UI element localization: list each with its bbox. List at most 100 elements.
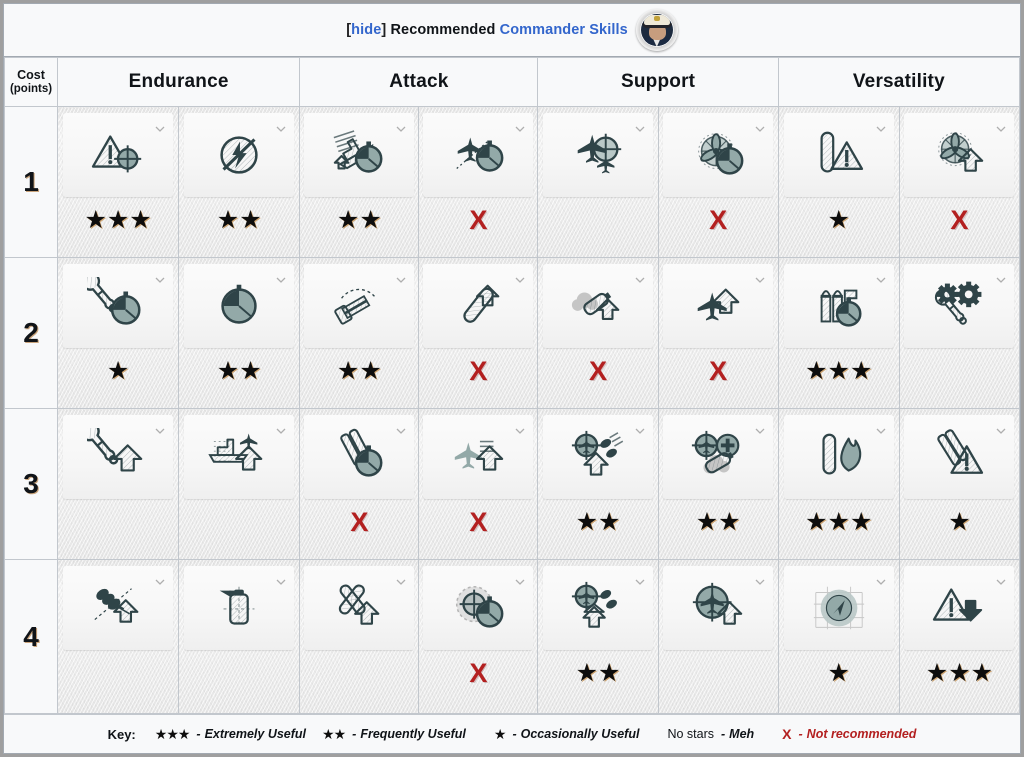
skill-icon-tile[interactable]	[423, 566, 534, 650]
skill-cell-plane-squadron-target[interactable]	[537, 106, 659, 258]
skill-cell-propeller-stopwatch[interactable]: X	[657, 106, 779, 258]
torpedo-fire-icon	[808, 428, 870, 486]
skill-cell-smoke-bomb-arrow-up[interactable]: X	[537, 257, 659, 409]
chevron-down-icon[interactable]	[155, 277, 165, 283]
skill-cell-radar-sonar-sweep[interactable]: ★	[777, 559, 900, 714]
plane-arrow-up-boost-icon	[447, 428, 509, 486]
chevron-down-icon[interactable]	[635, 428, 645, 434]
skill-icon-tile[interactable]	[304, 264, 415, 348]
chevron-down-icon[interactable]	[396, 579, 406, 585]
skill-icon-tile[interactable]	[543, 113, 654, 197]
skill-cell-aa-guns-arc[interactable]: ★★	[299, 257, 420, 409]
skill-cell-wrench-stopwatch[interactable]: ★	[57, 257, 180, 409]
chevron-down-icon[interactable]	[876, 428, 886, 434]
skill-icon-tile[interactable]	[543, 415, 654, 499]
chevron-down-icon[interactable]	[276, 126, 286, 132]
skill-icon-tile[interactable]	[783, 113, 894, 197]
hide-link[interactable]: hide	[351, 22, 381, 38]
skill-icon-tile[interactable]	[783, 415, 894, 499]
chevron-down-icon[interactable]	[276, 428, 286, 434]
chevron-down-icon[interactable]	[155, 579, 165, 585]
chevron-down-icon[interactable]	[515, 277, 525, 283]
skill-cell-wrench-arrow-up[interactable]	[57, 408, 180, 560]
skill-icon-tile[interactable]	[304, 113, 415, 197]
chevron-down-icon[interactable]	[755, 277, 765, 283]
chevron-down-icon[interactable]	[276, 277, 286, 283]
skill-icon-tile[interactable]	[423, 113, 534, 197]
skill-cell-aa-target-flak-arrow-up[interactable]: ★★	[537, 408, 659, 560]
chevron-down-icon[interactable]	[635, 126, 645, 132]
chevron-down-icon[interactable]	[755, 428, 765, 434]
chevron-down-icon[interactable]	[755, 579, 765, 585]
skill-cell-torpedo-arrow-up[interactable]: X	[418, 257, 539, 409]
skill-icon-tile[interactable]	[63, 113, 174, 197]
chevron-down-icon[interactable]	[515, 126, 525, 132]
skill-icon-tile[interactable]	[783, 264, 894, 348]
skill-icon-tile[interactable]	[904, 264, 1015, 348]
skill-icon-tile[interactable]	[184, 566, 295, 650]
skill-icon-tile[interactable]	[304, 566, 415, 650]
skill-icon-tile[interactable]	[663, 566, 774, 650]
chevron-down-icon[interactable]	[996, 428, 1006, 434]
chevron-down-icon[interactable]	[515, 579, 525, 585]
skill-icon-tile[interactable]	[904, 415, 1015, 499]
skill-cell-no-fire-circle[interactable]: ★★	[178, 106, 301, 258]
chevron-down-icon[interactable]	[396, 277, 406, 283]
skill-icon-tile[interactable]	[184, 415, 295, 499]
skill-icon-tile[interactable]	[63, 415, 174, 499]
skill-cell-main-guns-stopwatch[interactable]: X	[299, 408, 420, 560]
skill-icon-tile[interactable]	[663, 113, 774, 197]
chevron-down-icon[interactable]	[515, 428, 525, 434]
commander-skills-link[interactable]: Commander Skills	[500, 22, 628, 38]
skill-cell-carrier-plane-arrow-up[interactable]	[178, 408, 301, 560]
skill-cell-warning-arrow-down[interactable]: ★★★	[898, 559, 1021, 714]
chevron-down-icon[interactable]	[396, 428, 406, 434]
chevron-down-icon[interactable]	[996, 126, 1006, 132]
skill-cell-gears-wrench[interactable]	[898, 257, 1021, 409]
skill-icon-tile[interactable]	[63, 264, 174, 348]
skill-cell-plane-stopwatch[interactable]: X	[418, 106, 539, 258]
skill-cell-torpedo-fire[interactable]: ★★★	[777, 408, 900, 560]
skill-icon-tile[interactable]	[904, 566, 1015, 650]
chevron-down-icon[interactable]	[155, 428, 165, 434]
skill-icon-tile[interactable]	[423, 264, 534, 348]
chevron-down-icon[interactable]	[996, 579, 1006, 585]
skill-cell-shells-stopwatch[interactable]: ★★★	[777, 257, 900, 409]
skill-icon-tile[interactable]	[904, 113, 1015, 197]
chevron-down-icon[interactable]	[876, 126, 886, 132]
chevron-down-icon[interactable]	[635, 579, 645, 585]
skill-icon-tile[interactable]	[543, 264, 654, 348]
skill-icon-tile[interactable]	[423, 415, 534, 499]
skill-cell-fighter-target-arrow-up[interactable]	[657, 559, 779, 714]
skill-cell-ship-speed-stopwatch[interactable]: ★★	[299, 106, 420, 258]
skill-cell-aa-flak-double-arrow-up[interactable]: ★★	[537, 559, 659, 714]
skill-icon-tile[interactable]	[543, 566, 654, 650]
skill-icon-tile[interactable]	[783, 566, 894, 650]
skill-cell-shells-burst-arrow-up[interactable]	[57, 559, 180, 714]
skill-cell-aa-target-plus-bomb[interactable]: ★★	[657, 408, 779, 560]
skill-icon-tile[interactable]	[304, 415, 415, 499]
chevron-down-icon[interactable]	[635, 277, 645, 283]
skill-cell-warning-triangle-target[interactable]: ★★★	[57, 106, 180, 258]
chevron-down-icon[interactable]	[155, 126, 165, 132]
skill-cell-smoke-generator[interactable]	[178, 559, 301, 714]
skill-cell-plane-arrow-up[interactable]: X	[657, 257, 779, 409]
skill-cell-crossed-torpedoes-arrow-up[interactable]	[299, 559, 420, 714]
skill-cell-torpedo-warning[interactable]: ★	[777, 106, 900, 258]
chevron-down-icon[interactable]	[276, 579, 286, 585]
skill-cell-propeller-arrow-up[interactable]: X	[898, 106, 1021, 258]
skill-icon-tile[interactable]	[663, 264, 774, 348]
skill-cell-plane-arrow-up-boost[interactable]: X	[418, 408, 539, 560]
skill-cell-radar-stopwatch[interactable]: X	[418, 559, 539, 714]
skill-icon-tile[interactable]	[184, 264, 295, 348]
chevron-down-icon[interactable]	[876, 277, 886, 283]
skill-cell-guns-warning[interactable]: ★	[898, 408, 1021, 560]
chevron-down-icon[interactable]	[876, 579, 886, 585]
chevron-down-icon[interactable]	[755, 126, 765, 132]
chevron-down-icon[interactable]	[996, 277, 1006, 283]
skill-icon-tile[interactable]	[663, 415, 774, 499]
chevron-down-icon[interactable]	[396, 126, 406, 132]
skill-icon-tile[interactable]	[63, 566, 174, 650]
skill-icon-tile[interactable]	[184, 113, 295, 197]
skill-cell-stopwatch[interactable]: ★★	[178, 257, 301, 409]
